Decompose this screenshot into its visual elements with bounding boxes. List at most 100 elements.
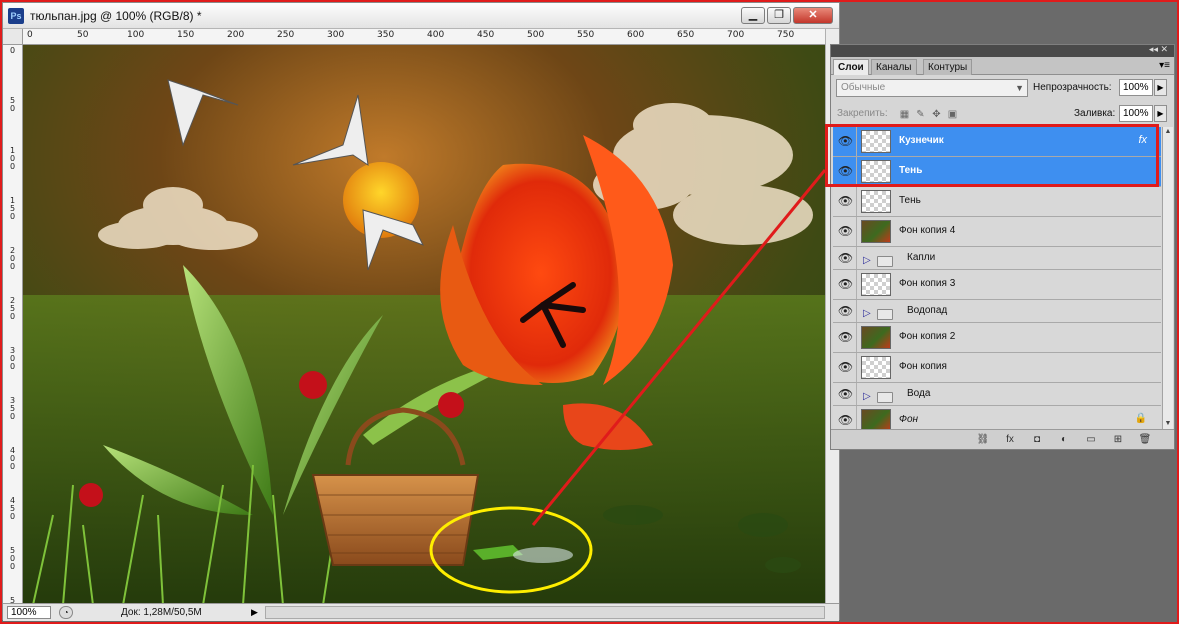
opacity-field[interactable]: 100% [1119, 79, 1153, 96]
visibility-eye-icon[interactable]: 👁 [835, 247, 857, 269]
layer-row[interactable]: 👁 Тень [833, 187, 1161, 217]
status-menu-arrow-icon[interactable]: ▶ [251, 607, 258, 618]
ruler-tick-label: 4 0 0 [10, 446, 16, 471]
document-title: тюльпан.jpg @ 100% (RGB/8) * [30, 9, 202, 23]
photoshop-icon: Ps [8, 8, 24, 24]
opacity-arrow-icon[interactable]: ▶ [1154, 79, 1167, 96]
layer-name[interactable]: Капли [907, 252, 935, 263]
ruler-tick-label: 650 [677, 30, 695, 40]
fill-field[interactable]: 100% [1119, 105, 1153, 122]
ruler-tick-label: 1 5 0 [10, 196, 16, 221]
ruler-corner[interactable] [3, 29, 23, 45]
ruler-tick-label: 3 5 0 [10, 396, 16, 421]
expand-triangle-icon[interactable]: ▷ [863, 391, 871, 402]
ruler-tick-label: 750 [777, 30, 795, 40]
folder-icon [877, 392, 893, 403]
close-button[interactable]: ✕ [793, 7, 833, 24]
tab-paths[interactable]: Контуры [923, 59, 973, 75]
layer-row[interactable]: 👁 Фон копия 3 [833, 270, 1161, 300]
trash-icon[interactable]: 🗑 [1137, 433, 1153, 447]
lock-icon: 🔒 [1134, 413, 1147, 424]
status-bar: 100% ◔ Док: 1,28M/50,5M ▶ [3, 603, 839, 621]
mask-icon[interactable]: ◘ [1029, 433, 1045, 447]
tab-channels[interactable]: Каналы [871, 59, 917, 75]
ruler-horizontal[interactable]: 0 50 100 150 200 250 300 350 400 450 500 550 600 650 7… [23, 29, 825, 45]
panel-collapse-icon[interactable]: ◂◂ ✕ [1149, 44, 1168, 55]
lock-all-icon[interactable]: ▣ [947, 109, 958, 120]
ruler-tick-label: 1 0 0 [10, 146, 16, 171]
layer-name[interactable]: Фон копия 3 [899, 278, 955, 289]
document-titlebar[interactable]: Ps тюльпан.jpg @ 100% (RGB/8) * ▁ ❐ ✕ [3, 3, 839, 29]
ruler-tick-label: 100 [127, 30, 145, 40]
layer-group-row[interactable]: 👁 ▷ Капли [833, 247, 1161, 270]
visibility-eye-icon[interactable]: 👁 [835, 217, 857, 246]
layer-row[interactable]: 👁 Фон копия [833, 353, 1161, 383]
layer-thumbnail[interactable] [861, 356, 891, 379]
ruler-tick-label: 2 0 0 [10, 246, 16, 271]
ruler-tick-label: 4 5 0 [10, 496, 16, 521]
restore-button[interactable]: ❐ [767, 7, 791, 24]
layer-name[interactable]: Фон копия [899, 361, 947, 372]
lock-position-icon[interactable]: ✥ [931, 109, 942, 120]
scroll-up-icon[interactable]: ▲ [1163, 127, 1173, 137]
ruler-tick-label: 400 [427, 30, 445, 40]
scroll-down-icon[interactable]: ▼ [1163, 419, 1173, 429]
group-icon[interactable]: ▭ [1083, 433, 1099, 447]
folder-icon [877, 256, 893, 267]
layer-thumbnail[interactable] [861, 273, 891, 296]
minimize-button[interactable]: ▁ [741, 7, 765, 24]
layers-panel: ◂◂ ✕ Слои Каналы Контуры ▾≡ Обычные ▼ Неп… [830, 44, 1175, 450]
expand-triangle-icon[interactable]: ▷ [863, 308, 871, 319]
selection-highlight-box [825, 124, 1159, 187]
visibility-eye-icon[interactable]: 👁 [835, 270, 857, 299]
ruler-tick-label: 50 [77, 30, 89, 40]
visibility-eye-icon[interactable]: 👁 [835, 300, 857, 322]
layers-scrollbar[interactable]: ▲ ▼ [1162, 127, 1173, 429]
ruler-tick-label: 150 [177, 30, 195, 40]
layer-name[interactable]: Фон копия 4 [899, 225, 955, 236]
adjustment-icon[interactable]: ◐ [1056, 433, 1072, 447]
tab-layers[interactable]: Слои [833, 59, 869, 75]
fill-label: Заливка: [1074, 108, 1116, 119]
link-icon[interactable]: ⛓ [975, 433, 991, 447]
blend-mode-select[interactable]: Обычные ▼ [836, 79, 1028, 97]
lock-label: Закрепить: [837, 108, 888, 119]
ruler-tick-label: 200 [227, 30, 245, 40]
layer-name[interactable]: Тень [899, 195, 921, 206]
layer-thumbnail[interactable] [861, 326, 891, 349]
panel-menu-icon[interactable]: ▾≡ [1159, 60, 1170, 71]
visibility-eye-icon[interactable]: 👁 [835, 383, 857, 405]
panel-header[interactable]: ◂◂ ✕ [831, 44, 1174, 57]
doc-size-info[interactable]: Док: 1,28M/50,5M [121, 607, 202, 618]
fx-icon[interactable]: fx [1002, 433, 1018, 447]
new-layer-icon[interactable]: ⊞ [1110, 433, 1126, 447]
layer-name[interactable]: Фон [899, 414, 918, 425]
ruler-tick-label: 550 [577, 30, 595, 40]
layer-group-row[interactable]: 👁 ▷ Водопад [833, 300, 1161, 323]
layer-row[interactable]: 👁 Фон копия 2 [833, 323, 1161, 353]
zoom-icon[interactable]: ◔ [59, 606, 73, 619]
image-canvas[interactable] [23, 45, 825, 605]
layer-row[interactable]: 👁 Фон копия 4 [833, 217, 1161, 247]
zoom-field[interactable]: 100% [7, 606, 51, 619]
layer-name[interactable]: Водопад [907, 305, 947, 316]
visibility-eye-icon[interactable]: 👁 [835, 323, 857, 352]
layer-thumbnail[interactable] [861, 190, 891, 213]
ruler-vertical[interactable]: 0 5 0 1 0 0 1 5 0 2 0 0 2 5 0 3 0 0 3 5 0 4 0 0 4… [3, 45, 23, 621]
ruler-tick-label: 450 [477, 30, 495, 40]
visibility-eye-icon[interactable]: 👁 [835, 353, 857, 382]
expand-triangle-icon[interactable]: ▷ [863, 255, 871, 266]
layer-name[interactable]: Вода [907, 388, 930, 399]
visibility-eye-icon[interactable]: 👁 [835, 187, 857, 216]
ruler-tick-label: 250 [277, 30, 295, 40]
canvas-horizontal-scrollbar[interactable] [265, 606, 825, 619]
layer-name[interactable]: Фон копия 2 [899, 331, 955, 342]
lock-pixels-icon[interactable]: ✎ [915, 109, 926, 120]
fill-arrow-icon[interactable]: ▶ [1154, 105, 1167, 122]
layer-thumbnail[interactable] [861, 220, 891, 243]
artwork [23, 45, 825, 605]
ruler-tick-label: 700 [727, 30, 745, 40]
lock-transparency-icon[interactable]: ▦ [899, 109, 910, 120]
layer-group-row[interactable]: 👁 ▷ Вода [833, 383, 1161, 406]
ruler-tick-label: 5 0 [10, 96, 16, 113]
